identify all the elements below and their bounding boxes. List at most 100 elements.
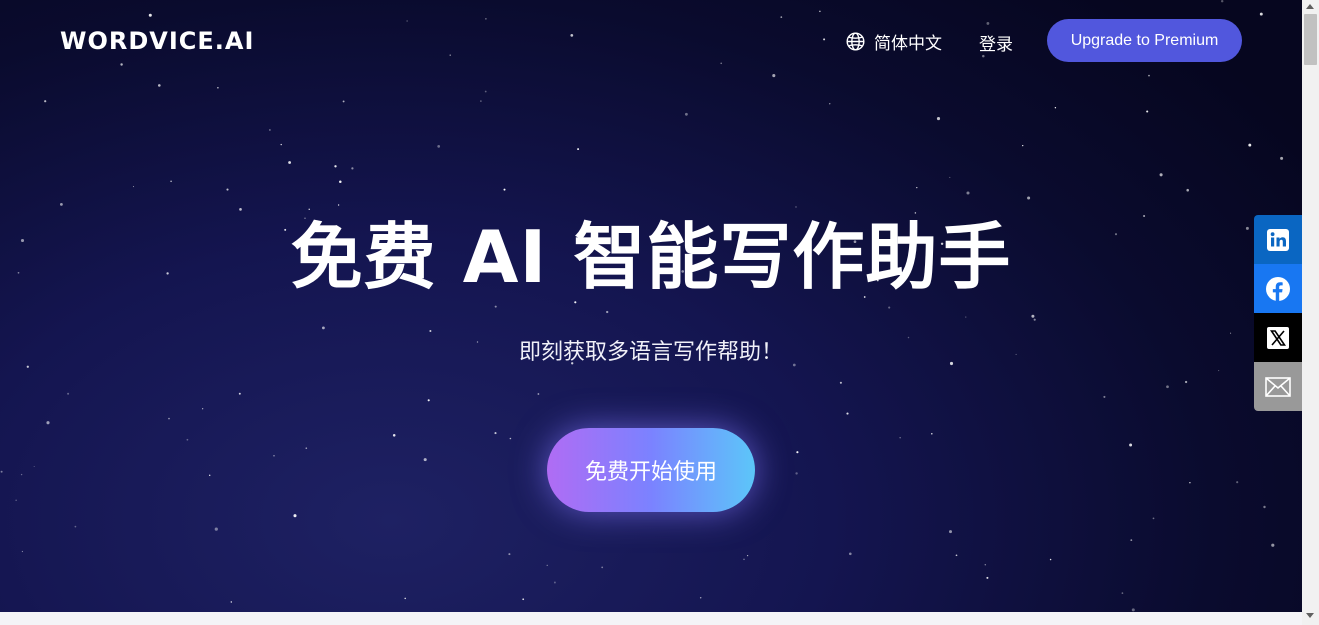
star (1146, 110, 1149, 113)
language-label: 简体中文 (874, 33, 942, 53)
star (280, 143, 282, 146)
star (186, 438, 189, 441)
star (509, 437, 512, 440)
star (494, 432, 497, 435)
star (965, 316, 967, 318)
star (322, 326, 325, 330)
star (577, 148, 580, 151)
star (427, 399, 430, 402)
star (342, 100, 345, 103)
star (986, 576, 989, 579)
star (1280, 156, 1284, 160)
star (214, 527, 218, 531)
star (494, 305, 497, 308)
star (1166, 385, 1169, 389)
star (1054, 107, 1057, 109)
star (1236, 481, 1239, 484)
star (508, 553, 511, 556)
star (796, 451, 799, 454)
scroll-up-arrow[interactable] (1306, 4, 1314, 9)
star (984, 564, 987, 566)
share-x-button[interactable] (1254, 313, 1302, 362)
scroll-thumb[interactable] (1304, 14, 1317, 65)
star (429, 329, 432, 333)
star (606, 310, 609, 314)
star (46, 421, 50, 425)
share-facebook-button[interactable] (1254, 264, 1302, 313)
star (157, 84, 161, 87)
starfield-background (0, 0, 1297, 612)
star (553, 581, 556, 584)
star (1189, 481, 1191, 484)
star (1263, 505, 1266, 509)
star (15, 499, 17, 501)
star (522, 598, 525, 601)
star (392, 434, 396, 437)
login-link[interactable]: 登录 (979, 30, 1013, 55)
star (1049, 558, 1052, 561)
star (230, 601, 233, 603)
star (21, 550, 24, 553)
page-title: 免费 AI 智能写作助手 (290, 215, 1012, 299)
star (1031, 314, 1035, 318)
star (59, 202, 63, 206)
site-logo[interactable]: WORDVICE.AI (60, 26, 254, 56)
star (168, 417, 170, 420)
star (1230, 332, 1232, 334)
hero-section: WORDVICE.AI 简体中文 登录 Upgrade to Premium 免… (0, 0, 1302, 612)
star (480, 100, 482, 102)
star (337, 204, 340, 206)
globe-icon (846, 31, 865, 51)
star (132, 186, 135, 188)
star (1248, 143, 1252, 147)
star (699, 597, 702, 599)
star (1159, 173, 1163, 177)
star (1271, 543, 1275, 547)
star (966, 191, 970, 195)
vertical-scrollbar[interactable] (1302, 0, 1319, 625)
star (1033, 318, 1036, 321)
star (949, 176, 951, 178)
top-navigation: WORDVICE.AI 简体中文 登录 Upgrade to Premium (0, 0, 1302, 82)
star (351, 167, 354, 170)
star (484, 90, 487, 93)
star (955, 554, 958, 557)
page-subtitle: 即刻获取多语言写作帮助！ (518, 339, 783, 364)
star (746, 554, 749, 557)
language-selector[interactable]: 简体中文 (845, 29, 942, 53)
star (537, 393, 540, 395)
upgrade-premium-button[interactable]: Upgrade to Premium (1047, 19, 1242, 62)
star (423, 458, 427, 462)
x-icon (1267, 326, 1289, 349)
star (238, 392, 241, 395)
star (795, 472, 798, 475)
star (293, 514, 297, 518)
star (1027, 196, 1031, 200)
star (1103, 395, 1106, 398)
star (20, 473, 23, 476)
star (0, 470, 3, 473)
star (1130, 539, 1133, 541)
star (601, 566, 604, 569)
star (217, 86, 219, 89)
star (1218, 370, 1220, 372)
star (202, 408, 204, 410)
share-linkedin-button[interactable] (1254, 215, 1302, 264)
star (170, 180, 172, 183)
star (305, 447, 308, 450)
star (404, 597, 406, 600)
star (684, 112, 688, 116)
star (839, 381, 842, 384)
star (1152, 517, 1155, 520)
star (288, 161, 292, 164)
star (1131, 608, 1135, 612)
star (226, 188, 229, 191)
scroll-down-arrow[interactable] (1306, 613, 1314, 618)
star (1022, 144, 1024, 147)
linkedin-icon (1267, 228, 1289, 251)
star (33, 465, 35, 468)
star (1129, 443, 1133, 447)
star (308, 208, 310, 210)
share-email-button[interactable] (1254, 362, 1302, 411)
start-free-button[interactable]: 免费开始使用 (547, 428, 755, 512)
